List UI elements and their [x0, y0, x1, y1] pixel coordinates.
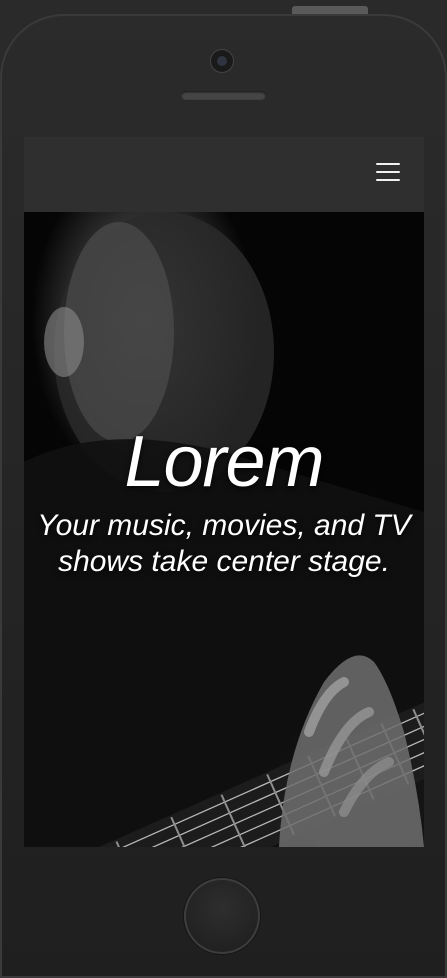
- hero-title: Lorem: [124, 422, 324, 502]
- hero-section: Lorem Your music, movies, and TV shows t…: [24, 212, 424, 847]
- hero-text: Lorem Your music, movies, and TV shows t…: [24, 422, 424, 580]
- speaker-grille: [181, 91, 266, 100]
- hamburger-menu-icon[interactable]: [376, 163, 400, 181]
- hero-subtitle: Your music, movies, and TV shows take ce…: [37, 509, 411, 578]
- device-top-strip: [0, 0, 447, 14]
- navbar: [24, 137, 424, 212]
- camera-icon: [211, 50, 233, 72]
- home-button[interactable]: [184, 878, 260, 954]
- phone-screen: Lorem Your music, movies, and TV shows t…: [24, 137, 424, 847]
